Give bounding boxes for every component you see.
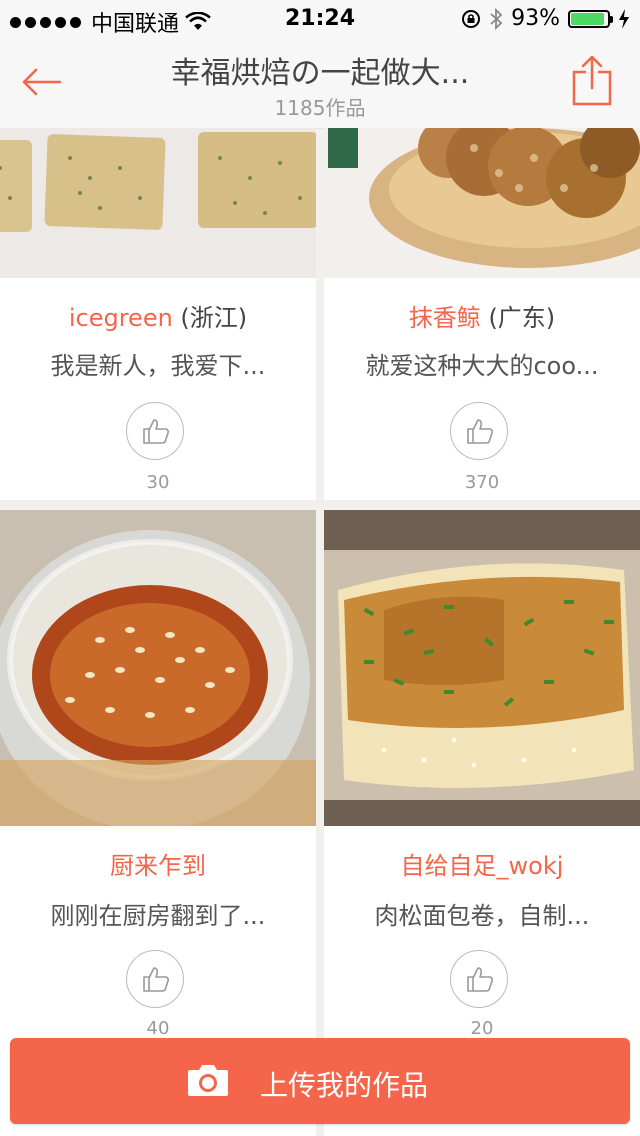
bluetooth-icon bbox=[490, 7, 503, 30]
author-name[interactable]: icegreen bbox=[69, 304, 173, 332]
work-author: 自给自足_wokj bbox=[324, 846, 640, 881]
thumbs-up-icon bbox=[467, 419, 494, 444]
status-bar: 中国联通 21:24 93% bbox=[0, 0, 640, 40]
upload-label: 上传我的作品 bbox=[260, 1069, 429, 1102]
like-button[interactable] bbox=[450, 950, 508, 1008]
battery-level bbox=[571, 12, 605, 25]
like-button[interactable] bbox=[126, 950, 184, 1008]
status-right: 93% bbox=[461, 6, 630, 31]
work-author: 厨来乍到 bbox=[0, 846, 316, 881]
camera-icon bbox=[188, 1065, 228, 1096]
like-count: 30 bbox=[146, 472, 170, 493]
like-count: 20 bbox=[470, 1018, 494, 1039]
work-photo[interactable] bbox=[324, 510, 640, 826]
thumbs-up-icon bbox=[467, 967, 494, 992]
author-name[interactable]: 自给自足_wokj bbox=[401, 852, 564, 880]
work-card[interactable]: icegreen (浙江) 我是新人，我爱下... 30 bbox=[0, 128, 316, 500]
works-count: 1185作品 bbox=[274, 96, 366, 120]
work-description: 肉松面包卷，自制... bbox=[374, 902, 590, 930]
author-name[interactable]: 厨来乍到 bbox=[110, 852, 206, 880]
work-card[interactable]: 抹香鲸 (广东) 就爱这种大大的coo... 370 bbox=[324, 128, 640, 500]
share-icon bbox=[572, 55, 612, 106]
works-grid: icegreen (浙江) 我是新人，我爱下... 30 抹香鲸 (广东) 就爱… bbox=[0, 128, 640, 1136]
thumbs-up-icon bbox=[143, 419, 170, 444]
like-button[interactable] bbox=[450, 402, 508, 460]
charging-icon bbox=[619, 8, 629, 29]
upload-work-button[interactable]: 上传我的作品 bbox=[10, 1038, 630, 1124]
work-description: 我是新人，我爱下... bbox=[50, 352, 266, 380]
author-name[interactable]: 抹香鲸 bbox=[409, 304, 481, 332]
like-count: 40 bbox=[146, 1018, 170, 1039]
cookie-photo bbox=[0, 128, 316, 278]
work-author: icegreen (浙江) bbox=[0, 298, 316, 333]
battery-icon bbox=[568, 9, 613, 28]
work-author: 抹香鲸 (广东) bbox=[324, 298, 640, 333]
battery-percent: 93% bbox=[511, 6, 560, 31]
author-region: (浙江) bbox=[172, 304, 248, 332]
share-button[interactable] bbox=[572, 54, 612, 106]
work-description: 就爱这种大大的coo... bbox=[365, 352, 599, 380]
work-photo[interactable] bbox=[324, 128, 640, 278]
like-button[interactable] bbox=[126, 402, 184, 460]
lock-rotation-icon bbox=[462, 9, 481, 28]
work-photo[interactable] bbox=[0, 128, 316, 278]
navigation-bar: 幸福烘焙の一起做大... 1185作品 bbox=[0, 40, 640, 129]
author-region: (广东) bbox=[480, 304, 556, 332]
thumbs-up-icon bbox=[143, 967, 170, 992]
bread-roll-photo bbox=[324, 510, 640, 826]
like-count: 370 bbox=[464, 472, 500, 493]
oatmeal-cookie-photo bbox=[324, 128, 640, 278]
chili-oil-photo bbox=[0, 510, 316, 826]
work-photo[interactable] bbox=[0, 510, 316, 826]
page-title: 幸福烘焙の一起做大... bbox=[170, 56, 470, 91]
work-description: 刚刚在厨房翻到了... bbox=[50, 902, 266, 930]
